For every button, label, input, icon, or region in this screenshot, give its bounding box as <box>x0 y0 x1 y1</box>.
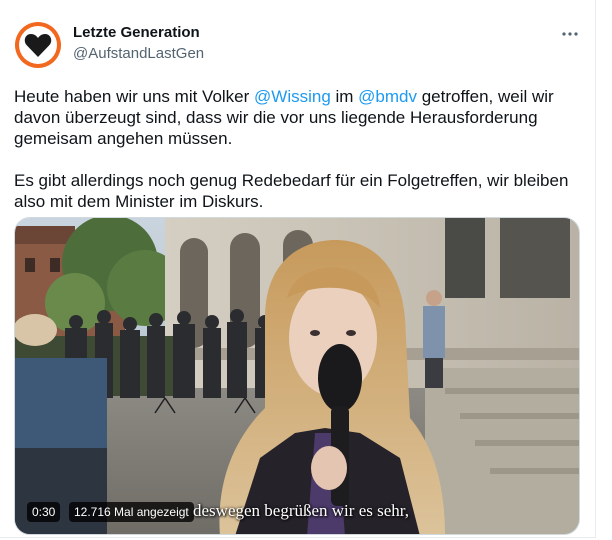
video-player[interactable]: 0:30 12.716 Mal angezeigt deswegen begrü… <box>14 217 580 535</box>
video-subtitle: deswegen begrüßen wir es sehr, <box>193 501 409 520</box>
tweet-paragraph-2: Es gibt allerdings noch genug Redebedarf… <box>14 171 569 211</box>
view-count: 12.716 Mal angezeigt <box>69 502 194 522</box>
tweet-text-segment: im <box>330 87 359 106</box>
handle[interactable]: @AufstandLastGen <box>73 45 204 62</box>
tweet-text-segment: Heute haben wir uns mit Volker <box>14 87 255 106</box>
avatar[interactable] <box>15 22 61 68</box>
tweet-text: Heute haben wir uns mit Volker @Wissing … <box>14 86 584 233</box>
display-name[interactable]: Letzte Generation <box>73 24 200 41</box>
heart-logo-icon <box>19 26 57 64</box>
tweet-paragraph-1: Heute haben wir uns mit Volker @Wissing … <box>14 86 584 149</box>
video-duration: 0:30 <box>27 502 61 522</box>
tweet-card[interactable]: Letzte Generation @AufstandLastGen Heute… <box>0 0 596 538</box>
video-frame <box>15 218 579 534</box>
mention-wissing[interactable]: @Wissing <box>254 87 331 106</box>
mention-bmdv[interactable]: @bmdv <box>358 87 417 106</box>
more-dots-icon[interactable] <box>558 22 582 46</box>
